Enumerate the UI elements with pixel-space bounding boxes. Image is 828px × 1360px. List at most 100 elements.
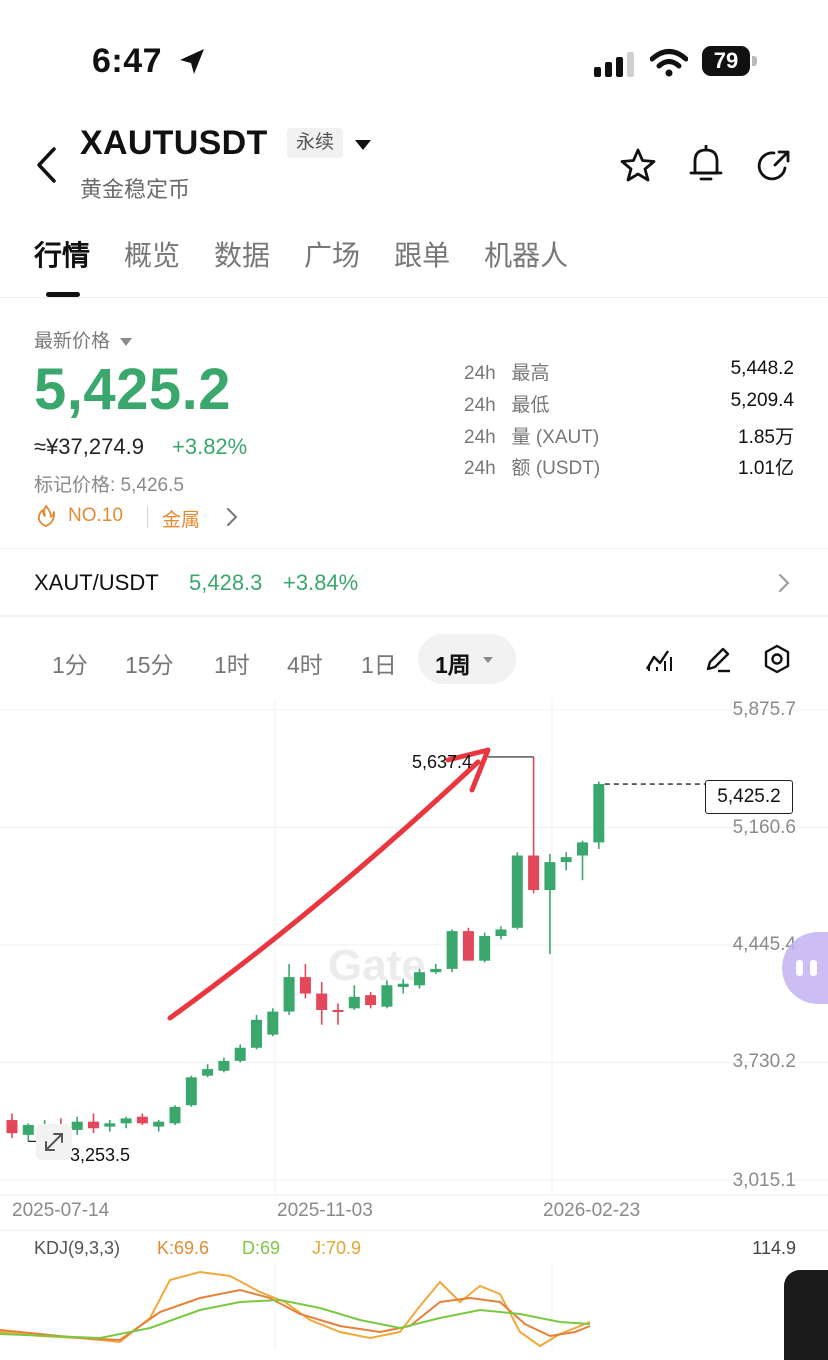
last-price-tag: 5,425.2	[705, 780, 793, 814]
candle-body	[414, 972, 425, 986]
kdj-axis-top: 114.9	[752, 1238, 796, 1258]
spot-change: +3.84%	[283, 570, 359, 595]
flame-icon	[37, 505, 55, 527]
candle-body	[169, 1106, 181, 1124]
candle	[71, 1116, 83, 1135]
stat-volume-value: 1.85万	[738, 427, 794, 448]
battery-tip	[752, 56, 757, 66]
last-price: 5,425.2	[34, 357, 232, 422]
candle-body	[397, 983, 409, 987]
tab-data[interactable]: 数据	[214, 234, 270, 274]
stat-period: 24h	[464, 363, 496, 384]
candle	[22, 1123, 34, 1142]
candle-body	[430, 968, 442, 973]
candle-body	[365, 995, 377, 1006]
candle	[479, 932, 491, 963]
bubble-dot	[810, 960, 817, 976]
indicator-icon[interactable]	[645, 645, 673, 673]
kdj-k: K:69.6	[157, 1238, 210, 1258]
interval-1d[interactable]: 1日	[361, 646, 397, 680]
candle-body	[88, 1121, 99, 1129]
candle-body	[6, 1120, 18, 1134]
kdj-chart	[0, 1262, 591, 1349]
interval-1m[interactable]: 1分	[52, 646, 88, 680]
candle-body	[479, 936, 491, 961]
interval-dropdown-icon[interactable]	[482, 656, 494, 664]
location-icon	[180, 49, 204, 74]
candle	[299, 963, 311, 999]
stat-name: 额 (USDT)	[511, 458, 601, 479]
battery-level: 79	[702, 46, 750, 76]
rank-badge[interactable]: NO.10	[68, 505, 123, 527]
candle	[593, 781, 605, 849]
kdj-j: J:70.9	[312, 1238, 362, 1258]
stat-name: 最高	[511, 363, 550, 384]
spot-pair[interactable]: XAUT/USDT	[34, 570, 159, 596]
chevron-right-icon[interactable]	[226, 507, 238, 527]
candle-body	[234, 1047, 246, 1061]
latest-price-label[interactable]: 最新价格	[34, 326, 133, 353]
spot-chevron-right-icon[interactable]	[778, 573, 790, 593]
candle	[153, 1120, 165, 1132]
kdj-label[interactable]: KDJ(9,3,3)	[34, 1238, 120, 1259]
stat-period: 24h	[464, 427, 496, 448]
candle-body	[136, 1116, 148, 1124]
candle	[495, 926, 507, 940]
fullscreen-icon	[45, 1133, 63, 1151]
tab-overview[interactable]: 概览	[124, 234, 180, 274]
stat-name: 最低	[511, 395, 550, 416]
y-tick-4: 3,730.2	[732, 1051, 796, 1072]
bubble-dot	[796, 960, 803, 976]
watermark: Gate	[328, 941, 426, 990]
back-icon[interactable]	[34, 146, 60, 184]
candle	[169, 1105, 181, 1125]
kdj-j-line	[0, 1270, 591, 1348]
tab-market[interactable]: 行情	[34, 234, 90, 274]
settings-icon[interactable]	[763, 644, 791, 674]
dropdown-icon[interactable]	[354, 138, 372, 152]
cny-price: ≈¥37,274.9	[34, 434, 144, 459]
draw-icon[interactable]	[704, 645, 732, 673]
change-percent: +3.82%	[172, 434, 248, 459]
category-tag[interactable]: 金属	[162, 505, 200, 532]
candle-body	[446, 931, 458, 969]
star-icon[interactable]	[620, 148, 656, 182]
candle	[6, 1113, 18, 1139]
candle-body	[577, 842, 588, 856]
kdj-divider	[0, 1230, 828, 1231]
symbol-title[interactable]: XAUTUSDT	[80, 124, 268, 163]
candle-body	[593, 784, 605, 843]
y-tick-5: 3,015.1	[732, 1170, 796, 1191]
stat-amount-label: 24h 额 (USDT)	[464, 453, 600, 480]
stat-name: 量 (XAUT)	[511, 427, 600, 448]
interval-1h[interactable]: 1时	[214, 646, 250, 680]
candles	[6, 756, 605, 1142]
candle-body	[528, 855, 540, 891]
tab-bots[interactable]: 机器人	[484, 234, 568, 274]
tab-square[interactable]: 广场	[304, 234, 360, 274]
rank-separator	[147, 506, 148, 528]
fullscreen-button[interactable]	[36, 1124, 72, 1160]
low-price-label: 3,253.5	[70, 1145, 131, 1165]
candle	[88, 1113, 99, 1134]
floating-trade-button[interactable]	[784, 1270, 828, 1360]
share-icon[interactable]	[756, 148, 792, 184]
interval-1w[interactable]: 1周	[435, 646, 471, 680]
candle-body	[462, 931, 474, 961]
tab-copy-trading[interactable]: 跟单	[394, 234, 450, 274]
candle-body	[22, 1124, 34, 1135]
kdj-d: D:69	[242, 1238, 281, 1258]
bell-icon[interactable]	[689, 145, 723, 183]
interval-15m[interactable]: 15分	[125, 646, 174, 680]
interval-4h[interactable]: 4时	[287, 646, 323, 680]
candle	[332, 1003, 344, 1025]
x-tick-1: 2025-07-14	[12, 1200, 110, 1221]
candle-body	[544, 862, 556, 891]
candle	[544, 853, 556, 955]
candle-body	[202, 1069, 214, 1076]
candle	[251, 1014, 262, 1050]
stat-high-value: 5,448.2	[730, 358, 794, 379]
y-tick-1: 5,875.7	[732, 699, 796, 720]
candle	[577, 840, 588, 881]
candle	[316, 982, 328, 1025]
